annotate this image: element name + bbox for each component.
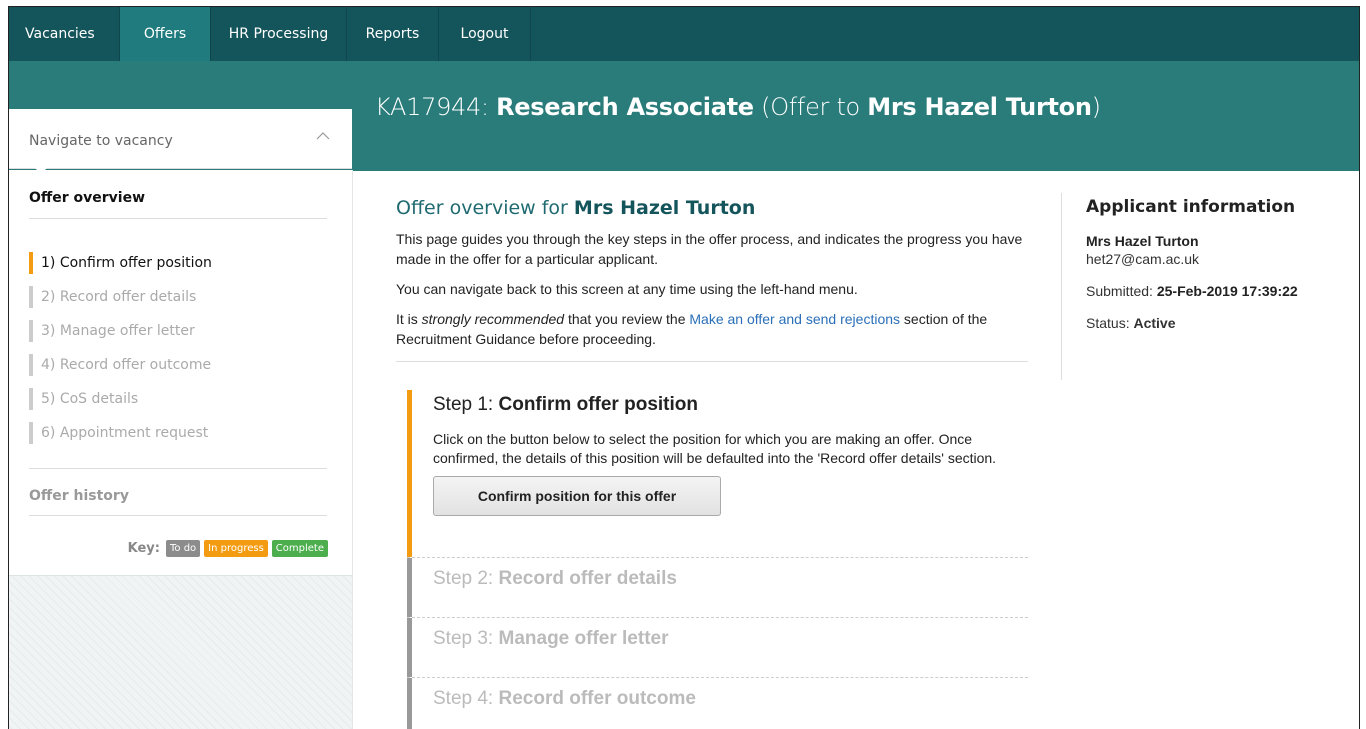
applicant-info-heading: Applicant information (1086, 197, 1296, 217)
sidebar-hatch-background (9, 575, 352, 729)
top-nav: Vacancies Offers HR Processing Reports L… (9, 7, 1359, 61)
page-title: KA17944: Research Associate (Offer to Mr… (375, 93, 1101, 121)
job-title: Research Associate (496, 93, 754, 121)
step-title: Record offer details (498, 568, 677, 589)
nav-hr-processing[interactable]: HR Processing (211, 7, 347, 61)
step-title: Manage offer letter (498, 628, 669, 649)
step-title: Record offer outcome (498, 688, 696, 709)
navigate-to-vacancy-label: Navigate to vacancy (29, 133, 173, 149)
sidebar-border (352, 170, 353, 729)
key-badge-todo: To do (165, 540, 201, 557)
sidebar-step-confirm-position[interactable]: 1) Confirm offer position (29, 252, 329, 286)
sidebar-step-cos-details[interactable]: 5) CoS details (29, 388, 329, 422)
column-divider (1061, 193, 1062, 380)
step-status-bar (29, 320, 33, 342)
confirm-position-button[interactable]: Confirm position for this offer (433, 476, 721, 516)
overview-heading: Offer overview for Mrs Hazel Turton (396, 197, 1028, 219)
step-status-bar (29, 388, 33, 410)
intro-paragraph: This page guides you through the key ste… (396, 231, 1023, 267)
step-1-heading: Step 1: Confirm offer position (407, 390, 1028, 416)
step-1-card: Step 1: Confirm offer position Click on … (407, 390, 1028, 558)
key-label: Key: (127, 541, 160, 556)
step-4-heading: Step 4: Record offer outcome (407, 678, 1028, 710)
offer-to-text: (Offer to (761, 93, 860, 121)
step-1-body: Click on the button below to select the … (433, 431, 997, 466)
status-value: Active (1133, 315, 1176, 331)
app-frame: Vacancies Offers HR Processing Reports L… (8, 6, 1360, 729)
sidebar-step-label: 6) Appointment request (41, 425, 209, 441)
step-4-card[interactable]: Step 4: Record offer outcome (407, 678, 1028, 729)
step-2-card[interactable]: Step 2: Record offer details (407, 558, 1028, 618)
guidance-paragraph: It is strongly recommended that you revi… (396, 309, 1028, 349)
step-status-bar (29, 422, 33, 444)
submitted-value: 25-Feb-2019 17:39:22 (1156, 283, 1298, 299)
sidebar-step-label: 4) Record offer outcome (41, 357, 212, 373)
submitted-label: Submitted: (1086, 283, 1153, 299)
applicant-name-title: Mrs Hazel Turton (867, 93, 1092, 121)
applicant-status: Status: Active (1086, 315, 1356, 331)
step-3-heading: Step 3: Manage offer letter (407, 618, 1028, 650)
sidebar: Offer overview 1) Confirm offer position… (9, 170, 352, 575)
vacancy-ref: KA17944: (375, 93, 489, 121)
sidebar-step-label: 5) CoS details (41, 391, 139, 407)
step-3-card[interactable]: Step 3: Manage offer letter (407, 618, 1028, 678)
nav-reports[interactable]: Reports (347, 7, 439, 61)
step-status-bar (407, 390, 412, 557)
navigate-paragraph: You can navigate back to this screen at … (396, 281, 858, 297)
sidebar-step-appointment-request[interactable]: 6) Appointment request (29, 422, 329, 456)
step-status-bar (407, 618, 412, 677)
guidance-emphasis: strongly recommended (421, 311, 565, 327)
step-prefix: Step 1: (433, 394, 494, 415)
sidebar-steps: 1) Confirm offer position 2) Record offe… (29, 252, 329, 456)
divider (29, 515, 327, 516)
status-label: Status: (1086, 315, 1130, 331)
step-status-bar (407, 678, 412, 729)
key-badge-in-progress: In progress (204, 540, 268, 557)
status-key: Key: To do In progress Complete (128, 540, 328, 557)
sidebar-step-manage-letter[interactable]: 3) Manage offer letter (29, 320, 329, 354)
nav-logout[interactable]: Logout (439, 7, 531, 61)
applicant-submitted: Submitted: 25-Feb-2019 17:39:22 (1086, 283, 1356, 299)
sidebar-step-record-outcome[interactable]: 4) Record offer outcome (29, 354, 329, 388)
key-badge-complete: Complete (271, 540, 328, 557)
divider (396, 361, 1028, 362)
offer-close-paren: ) (1091, 93, 1101, 121)
step-prefix: Step 4: (433, 688, 494, 709)
step-status-bar (29, 286, 33, 308)
applicant-email: het27@cam.ac.uk (1086, 251, 1200, 267)
step-prefix: Step 2: (433, 568, 494, 589)
overview-heading-prefix: Offer overview for (396, 197, 568, 219)
chevron-up-icon[interactable] (316, 129, 330, 143)
step-2-heading: Step 2: Record offer details (407, 558, 1028, 590)
step-prefix: Step 3: (433, 628, 494, 649)
guidance-text: that you review the (567, 311, 686, 327)
sidebar-title[interactable]: Offer overview (29, 190, 145, 206)
applicant-info-panel: Applicant information Mrs Hazel Turton h… (1086, 197, 1356, 331)
guidance-text: It is (396, 311, 418, 327)
divider (29, 468, 327, 469)
step-title: Confirm offer position (498, 394, 698, 415)
step-status-bar (407, 558, 412, 617)
main-content: Offer overview for Mrs Hazel Turton This… (396, 193, 1028, 729)
sidebar-step-label: 2) Record offer details (41, 289, 197, 305)
sidebar-step-label: 1) Confirm offer position (41, 255, 212, 271)
nav-offers[interactable]: Offers (120, 7, 211, 61)
overview-heading-name: Mrs Hazel Turton (573, 197, 756, 219)
sidebar-step-record-details[interactable]: 2) Record offer details (29, 286, 329, 320)
offer-history-link[interactable]: Offer history (29, 488, 129, 504)
navigate-to-vacancy[interactable]: Navigate to vacancy (9, 109, 352, 169)
step-status-bar (29, 252, 33, 274)
sidebar-step-label: 3) Manage offer letter (41, 323, 195, 339)
guidance-link[interactable]: Make an offer and send rejections (689, 311, 900, 327)
applicant-name: Mrs Hazel Turton (1086, 233, 1199, 249)
step-status-bar (29, 354, 33, 376)
nav-vacancies[interactable]: Vacancies (9, 7, 120, 61)
divider (29, 218, 327, 219)
